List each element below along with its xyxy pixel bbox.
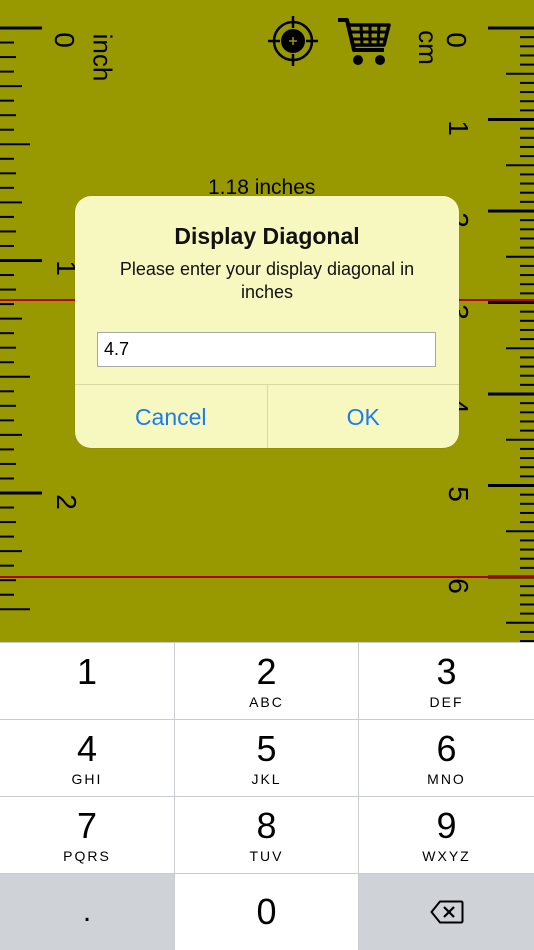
cm-number-5: 5 [442,486,474,502]
cancel-button[interactable]: Cancel [75,385,267,448]
backspace-icon [430,900,463,924]
ok-button[interactable]: OK [266,385,460,448]
key-7[interactable]: 7 PQRS [0,797,174,873]
inch-number-2: 2 [50,494,82,510]
key-5[interactable]: 5 JKL [175,720,358,796]
dialog-title: Display Diagonal [174,223,360,249]
key-decimal[interactable]: . [0,874,174,950]
dialog-message: Please enter your display diagonal in in… [119,259,415,302]
key-0[interactable]: 0 [175,874,358,950]
diagonal-input[interactable] [97,332,436,367]
key-8[interactable]: 8 TUV [175,797,358,873]
key-9[interactable]: 9 WXYZ [359,797,534,873]
inch-number-0: 0 [48,32,80,48]
cm-number-1: 1 [442,120,474,136]
numeric-keypad: 1 2 ABC 3 DEF 4 GHI 5 JKL 6 MNO 7 PQRS 8 TUV 9W… [0,642,534,950]
key-3[interactable]: 3 DEF [359,643,534,719]
dialog-button-row: Cancel OK [75,384,459,448]
display-diagonal-dialog: Display Diagonal Please enter your displ… [75,196,459,448]
cart-icon[interactable] [336,14,392,68]
backspace-key[interactable] [359,874,534,950]
inch-unit-label: inch [87,33,118,82]
key-4[interactable]: 4 GHI [0,720,174,796]
key-2[interactable]: 2 ABC [175,643,358,719]
cm-number-6: 6 [442,578,474,594]
key-6[interactable]: 6 MNO [359,720,534,796]
cm-unit-label: cm [412,30,443,65]
cm-number-0: 0 [440,32,472,48]
key-1[interactable]: 1 [0,643,174,719]
crosshair-icon[interactable] [266,14,320,68]
